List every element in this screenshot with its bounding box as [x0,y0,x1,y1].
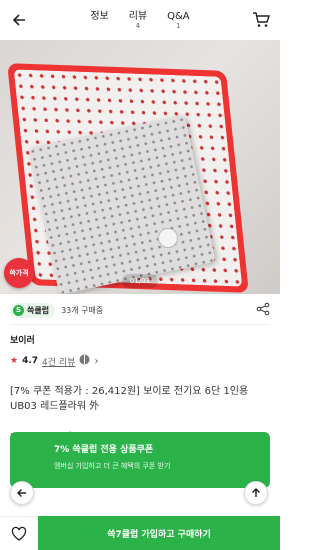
rating-row: ★ 4.7 4건 리뷰 › [0,350,280,372]
arrow-left-icon [16,484,28,503]
pad-flap [28,115,216,294]
club-info: S 쓱클럽 33개 구매중 [10,302,104,318]
tab-reviews-count: 4 [135,22,141,30]
tab-qna[interactable]: Q&A 1 [167,11,190,31]
club-badge-label: 쓱클럽 [27,305,50,315]
tab-info-label: 정보 [90,11,109,22]
scroll-top-fab[interactable] [244,481,268,505]
arrow-up-icon [250,484,262,503]
buy-button[interactable]: 쓱7클럽 가입하고 구매하기 [38,516,280,550]
back-fab[interactable] [10,481,34,505]
chevron-right-icon[interactable]: › [94,356,98,367]
heart-icon [11,526,27,541]
buyers-count: 33개 구매중 [61,305,104,315]
cart-icon[interactable] [250,9,272,31]
share-icon[interactable] [256,301,270,320]
tab-reviews-label: 리뷰 [128,11,148,22]
club-row: S 쓱클럽 33개 구매중 [0,296,280,324]
top-header: 정보 리뷰 4 Q&A 1 [0,0,280,40]
image-pager: 01/03 [122,274,158,288]
tab-reviews[interactable]: 리뷰 4 [129,11,147,31]
coupon-subtitle: 멤버십 가입하고 더 큰 혜택의 쿠폰 받기 [54,462,171,470]
review-avatar-icon [79,354,90,368]
like-button[interactable] [0,516,38,550]
product-tabs: 정보 리뷰 4 Q&A 1 [90,11,189,31]
coupon-title: 7% 쓱클럽 전용 상품쿠폰 [54,445,154,455]
tab-info[interactable]: 정보 [90,11,108,22]
club-badge[interactable]: S 쓱클럽 [10,302,56,318]
promo-price-badge: 쓱가격 [4,258,34,288]
club-coupon-banner[interactable]: 7% 쓱클럽 전용 상품쿠폰 멤버십 가입하고 더 큰 혜택의 쿠폰 받기 [10,432,270,488]
club-logo-icon: S [13,304,24,316]
star-icon: ★ [10,356,19,366]
review-link[interactable]: 4건 리뷰 [42,355,75,368]
product-title: [7% 쿠폰 적용가 : 26,412원] 보이로 전기요 6단 1인용 UB0… [10,386,249,412]
product-image[interactable] [0,40,280,294]
rating-score: 4.7 [22,356,39,366]
snap-button [158,228,178,248]
back-arrow-icon[interactable] [8,9,30,31]
brand-name[interactable]: 보이러 [0,325,280,350]
bottom-bar: 쓱7클럽 가입하고 구매하기 [0,516,280,550]
tab-qna-count: 1 [176,22,181,30]
tab-qna-label: Q&A [167,11,190,22]
